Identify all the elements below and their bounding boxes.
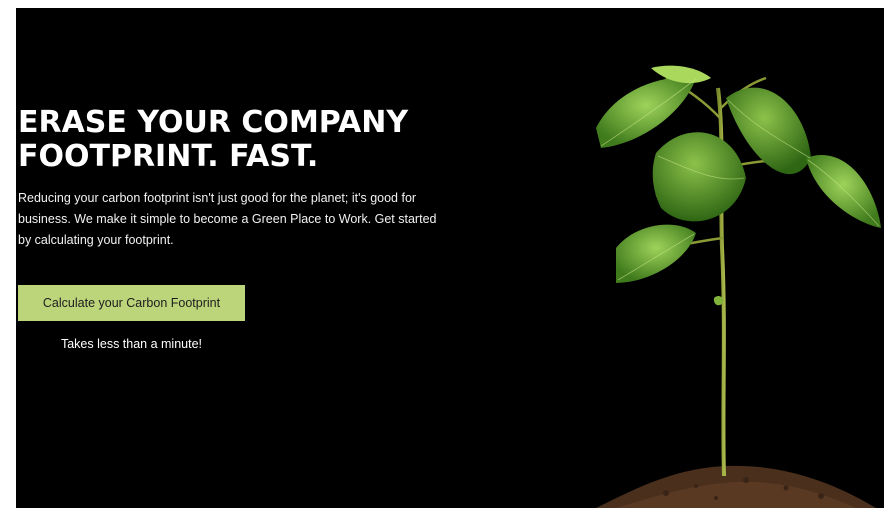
- hero-title-line-1: ERASE YOUR COMPANY: [18, 105, 409, 140]
- cta-note: Takes less than a minute!: [60, 337, 203, 351]
- hero-title-line-2: FOOTPRINT. FAST.: [18, 139, 319, 174]
- seedling-plant-icon: [596, 65, 881, 508]
- hero-section: ERASE YOUR COMPANY FOOTPRINT. FAST. Redu…: [16, 8, 884, 508]
- leaf: [652, 132, 746, 222]
- leaf: [806, 155, 881, 228]
- calculate-footprint-button[interactable]: Calculate your Carbon Footprint: [18, 285, 245, 321]
- hero-description: Reducing your carbon footprint isn't jus…: [18, 191, 437, 247]
- hero-title: ERASE YOUR COMPANY FOOTPRINT. FAST.: [18, 106, 448, 174]
